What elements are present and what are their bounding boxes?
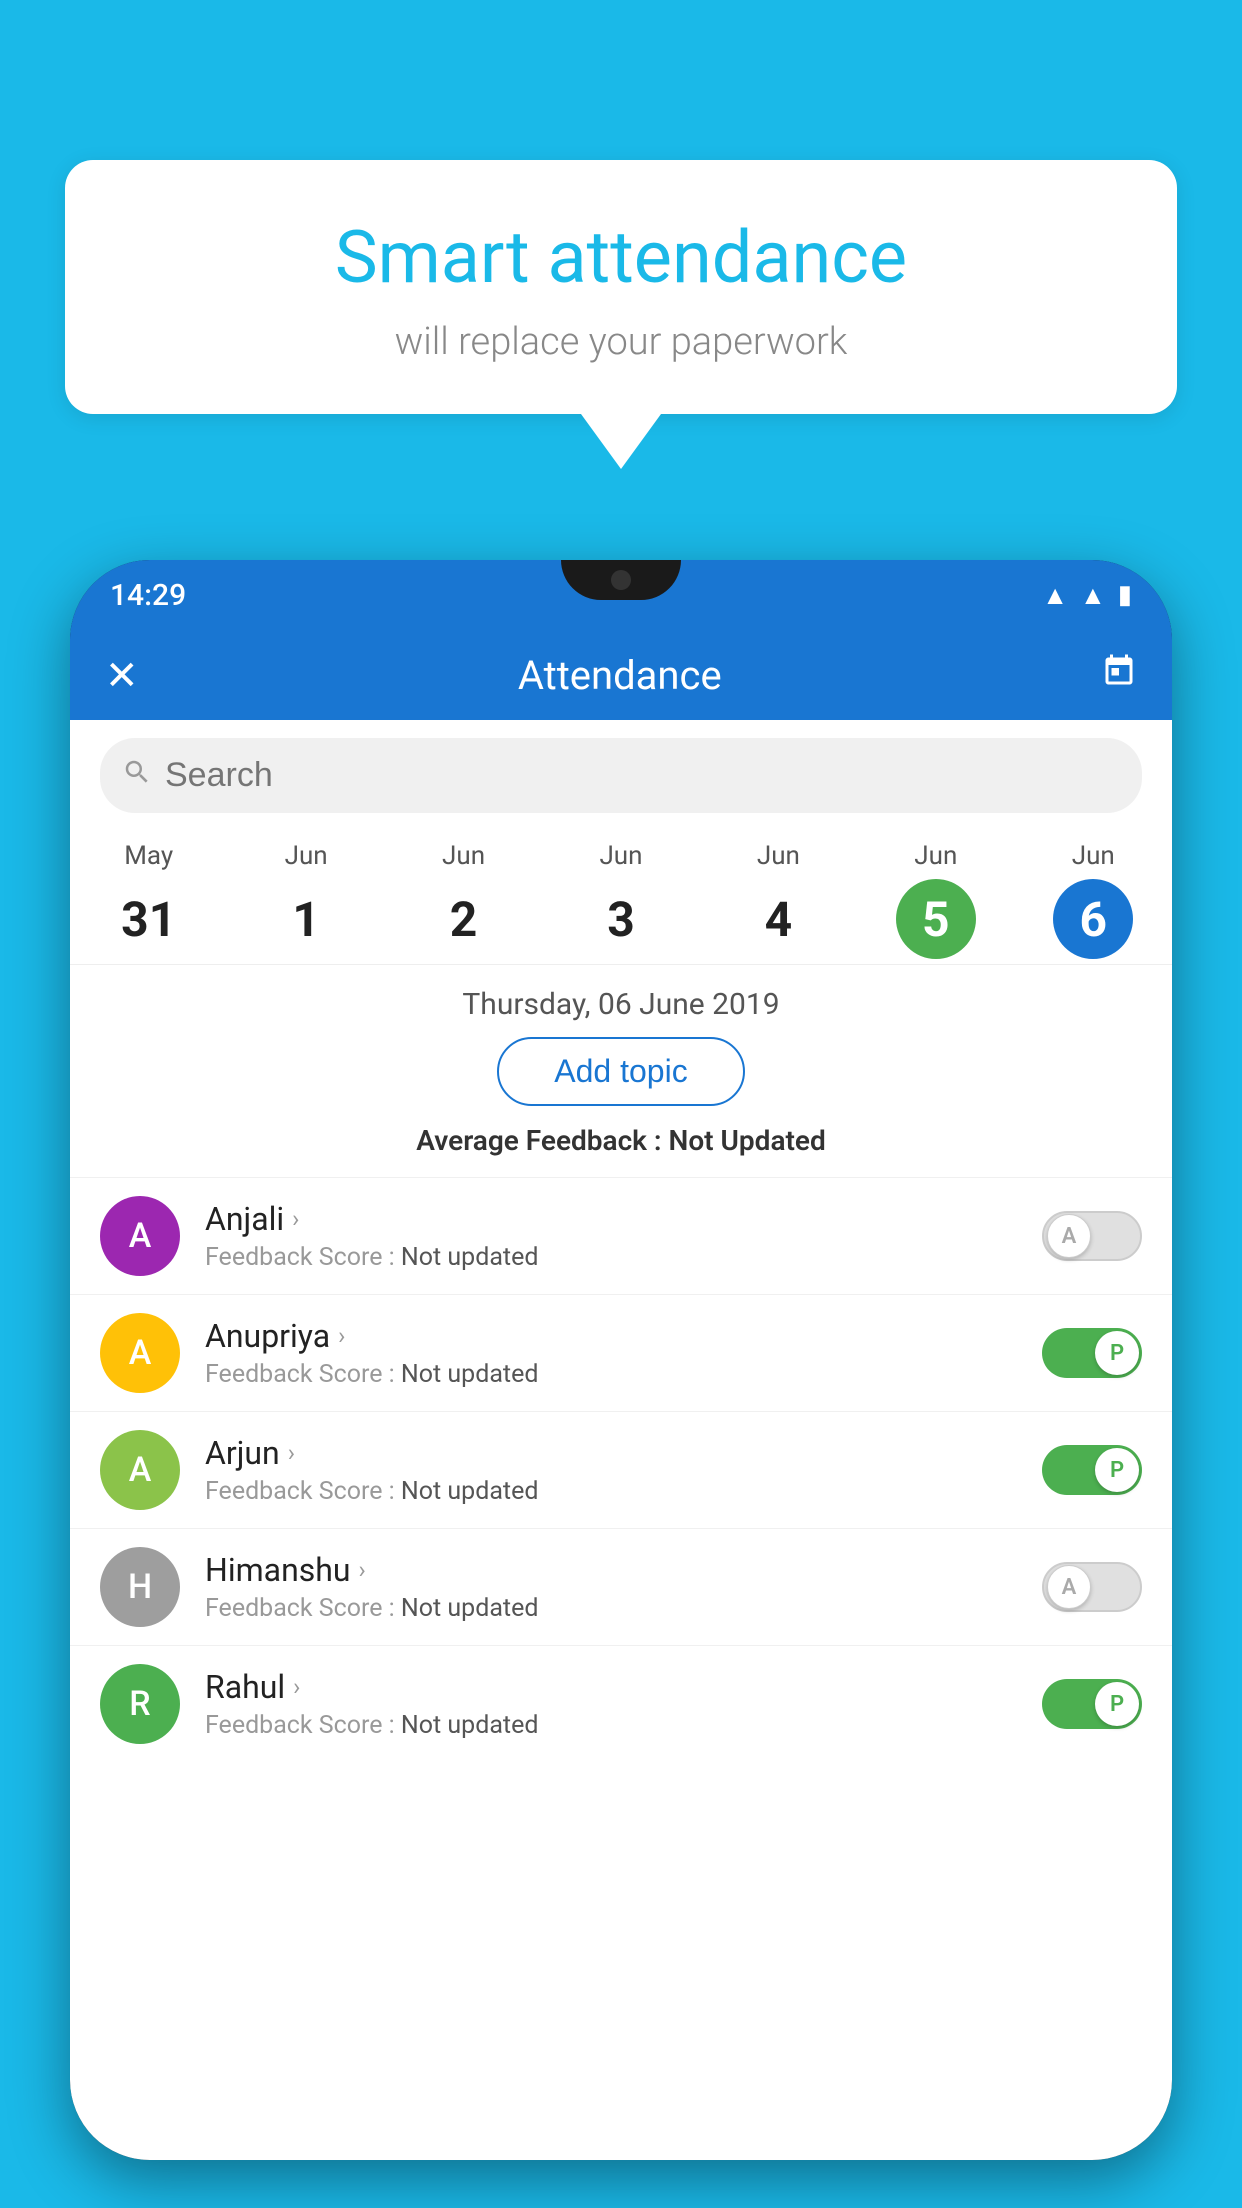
- list-item[interactable]: R Rahul › Feedback Score : Not updated P: [70, 1645, 1172, 1762]
- speech-bubble-container: Smart attendance will replace your paper…: [65, 160, 1177, 469]
- avatar: A: [100, 1430, 180, 1510]
- list-item[interactable]: H Himanshu › Feedback Score : Not updatedA: [70, 1528, 1172, 1645]
- student-feedback: Feedback Score : Not updated: [205, 1594, 1042, 1623]
- battery-icon: ▮: [1118, 580, 1132, 610]
- chevron-right-icon: ›: [292, 1205, 299, 1233]
- attendance-toggle[interactable]: A: [1042, 1211, 1142, 1261]
- student-info: Himanshu › Feedback Score : Not updated: [205, 1551, 1042, 1623]
- student-feedback: Feedback Score : Not updated: [205, 1360, 1042, 1389]
- student-info: Anupriya › Feedback Score : Not updated: [205, 1317, 1042, 1389]
- calendar-month-label: Jun: [599, 841, 642, 871]
- student-info: Rahul › Feedback Score : Not updated: [205, 1668, 1042, 1740]
- phone-frame: 14:29 ▲ ▲ ▮ ✕ Attendance: [70, 560, 1172, 2160]
- calendar-date-number[interactable]: 3: [581, 879, 661, 959]
- wifi-icon: ▲: [1042, 580, 1068, 611]
- calendar-day[interactable]: Jun 1: [229, 841, 383, 959]
- status-icons: ▲ ▲ ▮: [1042, 580, 1132, 611]
- calendar-date-number[interactable]: 2: [424, 879, 504, 959]
- speech-bubble: Smart attendance will replace your paper…: [65, 160, 1177, 414]
- toggle-knob: P: [1095, 1448, 1139, 1492]
- calendar-day[interactable]: May 31: [72, 841, 226, 959]
- camera-notch: [611, 570, 631, 590]
- phone-screen: May 31 Jun 1 Jun 2 Jun 3 Jun 4 Jun 5 Jun 6 Thursday, …: [70, 720, 1172, 2160]
- student-name: Anupriya ›: [205, 1317, 1042, 1355]
- avatar: R: [100, 1664, 180, 1744]
- calendar-date-number[interactable]: 5: [896, 879, 976, 959]
- calendar-month-label: Jun: [914, 841, 957, 871]
- student-info: Arjun › Feedback Score : Not updated: [205, 1434, 1042, 1506]
- signal-icon: ▲: [1080, 580, 1106, 611]
- student-feedback: Feedback Score : Not updated: [205, 1711, 1042, 1740]
- calendar-month-label: Jun: [285, 841, 328, 871]
- chevron-right-icon: ›: [288, 1439, 295, 1467]
- date-display: Thursday, 06 June 2019: [70, 965, 1172, 1037]
- calendar-day[interactable]: Jun 5: [859, 841, 1013, 959]
- search-bar: [70, 720, 1172, 831]
- calendar-icon[interactable]: [1101, 653, 1137, 698]
- status-time: 14:29: [110, 578, 186, 613]
- student-name: Arjun ›: [205, 1434, 1042, 1472]
- avatar: H: [100, 1547, 180, 1627]
- student-info: Anjali › Feedback Score : Not updated: [205, 1200, 1042, 1272]
- calendar-day[interactable]: Jun 6: [1016, 841, 1170, 959]
- search-icon: [122, 756, 152, 796]
- chevron-right-icon: ›: [293, 1673, 300, 1701]
- chevron-right-icon: ›: [359, 1556, 366, 1584]
- calendar-month-label: Jun: [442, 841, 485, 871]
- avg-feedback-value: Not Updated: [669, 1124, 826, 1157]
- avatar: A: [100, 1313, 180, 1393]
- calendar-date-number[interactable]: 4: [738, 879, 818, 959]
- avg-feedback-label: Average Feedback :: [416, 1124, 668, 1157]
- calendar-month-label: Jun: [757, 841, 800, 871]
- calendar-month-label: Jun: [1072, 841, 1115, 871]
- toggle-knob: P: [1095, 1682, 1139, 1726]
- toggle-knob: A: [1047, 1565, 1091, 1609]
- student-name: Anjali ›: [205, 1200, 1042, 1238]
- calendar-day[interactable]: Jun 4: [701, 841, 855, 959]
- attendance-toggle[interactable]: P: [1042, 1445, 1142, 1495]
- list-item[interactable]: A Arjun › Feedback Score : Not updated P: [70, 1411, 1172, 1528]
- student-list: AAnjali ›Feedback Score : Not updatedAAA…: [70, 1177, 1172, 1762]
- status-bar: 14:29 ▲ ▲ ▮: [70, 560, 1172, 630]
- close-button[interactable]: ✕: [105, 652, 139, 699]
- search-input[interactable]: [100, 738, 1142, 813]
- search-wrapper: [100, 738, 1142, 813]
- calendar-date-number[interactable]: 1: [266, 879, 346, 959]
- speech-bubble-subtitle: will replace your paperwork: [125, 320, 1117, 364]
- attendance-toggle[interactable]: A: [1042, 1562, 1142, 1612]
- toggle-knob: A: [1047, 1214, 1091, 1258]
- student-feedback: Feedback Score : Not updated: [205, 1477, 1042, 1506]
- student-name: Rahul ›: [205, 1668, 1042, 1706]
- calendar-month-label: May: [124, 841, 173, 871]
- attendance-toggle[interactable]: P: [1042, 1679, 1142, 1729]
- add-topic-button[interactable]: Add topic: [497, 1037, 744, 1106]
- average-feedback: Average Feedback : Not Updated: [70, 1124, 1172, 1177]
- phone-notch: [561, 560, 681, 600]
- calendar-day[interactable]: Jun 2: [386, 841, 540, 959]
- toggle-knob: P: [1095, 1331, 1139, 1375]
- attendance-toggle[interactable]: P: [1042, 1328, 1142, 1378]
- calendar-date-number[interactable]: 6: [1053, 879, 1133, 959]
- student-name: Himanshu ›: [205, 1551, 1042, 1589]
- list-item[interactable]: AAnjali ›Feedback Score : Not updatedA: [70, 1177, 1172, 1294]
- list-item[interactable]: A Anupriya › Feedback Score : Not updated P: [70, 1294, 1172, 1411]
- avatar: A: [100, 1196, 180, 1276]
- calendar-day[interactable]: Jun 3: [544, 841, 698, 959]
- app-bar-title: Attendance: [518, 652, 722, 699]
- calendar-strip: May 31 Jun 1 Jun 2 Jun 3 Jun 4 Jun 5 Jun 6: [70, 831, 1172, 965]
- app-bar: ✕ Attendance: [70, 630, 1172, 720]
- speech-bubble-tail: [581, 414, 661, 469]
- student-feedback: Feedback Score : Not updated: [205, 1243, 1042, 1272]
- chevron-right-icon: ›: [338, 1322, 345, 1350]
- calendar-date-number[interactable]: 31: [109, 879, 189, 959]
- speech-bubble-title: Smart attendance: [125, 215, 1117, 300]
